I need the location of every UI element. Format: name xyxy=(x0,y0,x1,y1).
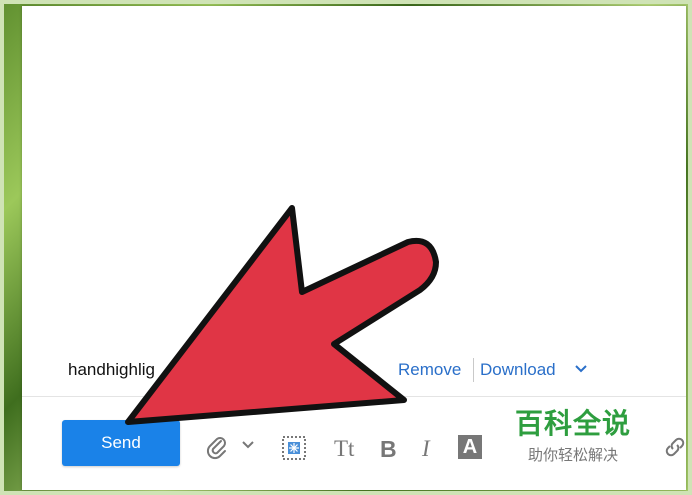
send-button[interactable]: Send xyxy=(62,420,180,466)
watermark-title: 百科全说 xyxy=(514,407,631,440)
remove-attachment-link[interactable]: Remove xyxy=(398,360,461,380)
font-color-button[interactable]: A xyxy=(458,435,482,459)
watermark-subtitle: 助你轻松解决 xyxy=(527,446,618,464)
link-icon[interactable] xyxy=(662,434,686,460)
chevron-down-icon[interactable] xyxy=(574,362,588,376)
paperclip-icon[interactable] xyxy=(204,434,230,460)
toolbar-divider xyxy=(22,396,686,397)
font-size-button[interactable]: Tt xyxy=(334,436,354,462)
watermark: 百科全说 助你轻松解决 xyxy=(498,398,648,468)
attach-menu-chevron-icon[interactable] xyxy=(241,438,255,452)
download-attachment-link[interactable]: Download xyxy=(480,360,556,380)
link-separator xyxy=(473,358,474,382)
bold-button[interactable]: B xyxy=(380,436,397,463)
italic-button[interactable]: I xyxy=(422,436,430,462)
stationery-icon[interactable] xyxy=(280,434,308,462)
attachment-file-name[interactable]: handhighlig xyxy=(68,360,155,380)
attachment-row: handhighlig Remove Download xyxy=(22,358,686,384)
